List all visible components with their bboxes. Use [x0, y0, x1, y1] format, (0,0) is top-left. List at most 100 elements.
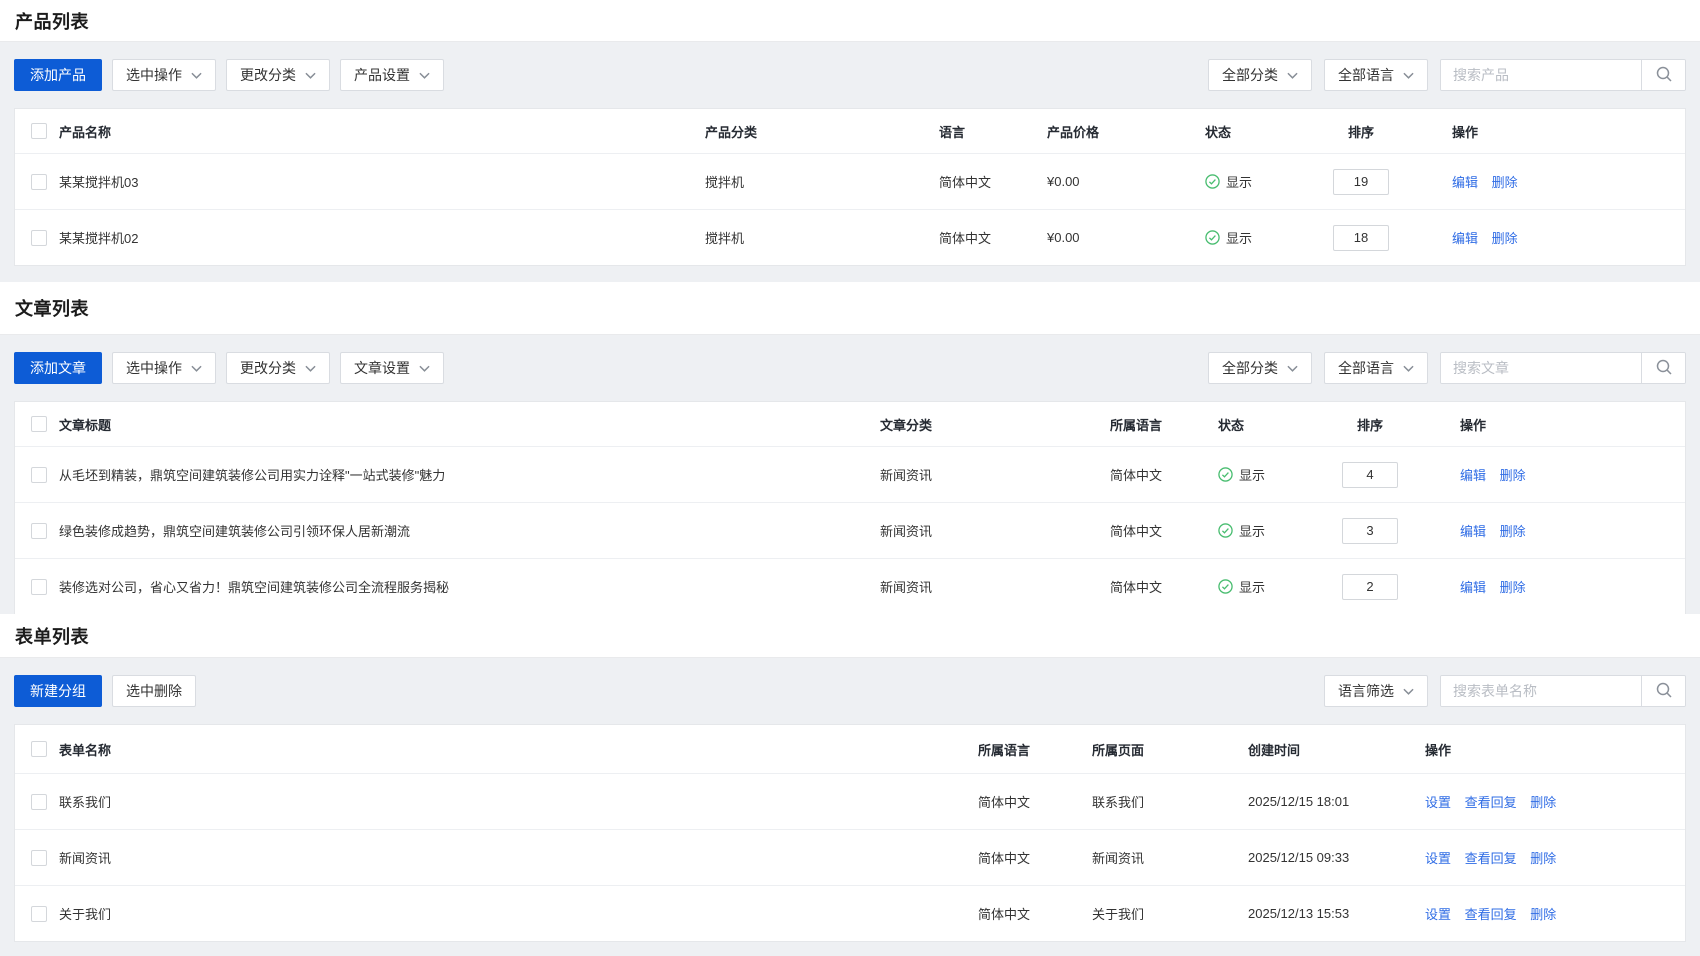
product-name: 某某搅拌机03 — [59, 172, 705, 191]
chevron-down-icon — [1403, 365, 1414, 372]
form-name: 关于我们 — [59, 904, 978, 923]
delete-link[interactable]: 删除 — [1492, 175, 1518, 190]
settings-link[interactable]: 设置 — [1425, 851, 1451, 866]
product-toolbar-right: 全部分类 全部语言 — [1208, 59, 1686, 91]
sort-order-input[interactable] — [1333, 225, 1389, 251]
row-checkbox[interactable] — [31, 850, 47, 866]
product-selected-action-dropdown[interactable]: 选中操作 — [112, 59, 216, 91]
column-header-name: 表单名称 — [59, 740, 978, 759]
edit-link[interactable]: 编辑 — [1452, 231, 1478, 246]
view-replies-link[interactable]: 查看回复 — [1465, 851, 1517, 866]
sort-order-input[interactable] — [1342, 462, 1398, 488]
select-all-checkbox[interactable] — [31, 741, 47, 757]
product-settings-dropdown[interactable]: 产品设置 — [340, 59, 444, 91]
form-search-button[interactable] — [1641, 676, 1685, 706]
delete-link[interactable]: 删除 — [1530, 795, 1556, 810]
select-all-checkbox[interactable] — [31, 416, 47, 432]
dropdown-label: 文章设置 — [354, 358, 410, 378]
product-category: 搅拌机 — [705, 172, 939, 191]
article-selected-action-dropdown[interactable]: 选中操作 — [112, 352, 216, 384]
delete-link[interactable]: 删除 — [1500, 524, 1526, 539]
dropdown-label: 语言筛选 — [1338, 681, 1394, 701]
product-search-button[interactable] — [1641, 60, 1685, 90]
row-checkbox[interactable] — [31, 230, 47, 246]
product-language-filter-dropdown[interactable]: 全部语言 — [1324, 59, 1428, 91]
add-product-button[interactable]: 添加产品 — [14, 59, 102, 91]
article-row: 绿色装修成趋势，鼎筑空间建筑装修公司引领环保人居新潮流 新闻资讯 简体中文 显示… — [15, 502, 1685, 558]
button-label: 选中删除 — [126, 681, 182, 701]
article-language: 简体中文 — [1110, 521, 1218, 540]
sort-order-input[interactable] — [1342, 518, 1398, 544]
dropdown-label: 产品设置 — [354, 65, 410, 85]
article-search-input[interactable] — [1441, 353, 1641, 383]
delete-link[interactable]: 删除 — [1500, 468, 1526, 483]
edit-link[interactable]: 编辑 — [1452, 175, 1478, 190]
check-circle-icon — [1205, 174, 1220, 189]
column-header-sort: 排序 — [1325, 415, 1415, 434]
column-header-page: 所属页面 — [1092, 740, 1248, 759]
article-table: 文章标题 文章分类 所属语言 状态 排序 操作 从毛坯到精装，鼎筑空间建筑装修公… — [14, 401, 1686, 614]
edit-link[interactable]: 编辑 — [1460, 524, 1486, 539]
sort-order-input[interactable] — [1342, 574, 1398, 600]
product-title-bar: 产品列表 — [0, 0, 1700, 42]
article-language: 简体中文 — [1110, 465, 1218, 484]
edit-link[interactable]: 编辑 — [1460, 468, 1486, 483]
form-table: 表单名称 所属语言 所属页面 创建时间 操作 联系我们 简体中文 联系我们 20… — [14, 724, 1686, 942]
status-badge: 显示 — [1205, 172, 1315, 192]
form-language-filter-dropdown[interactable]: 语言筛选 — [1324, 675, 1428, 707]
form-search-input[interactable] — [1441, 676, 1641, 706]
edit-link[interactable]: 编辑 — [1460, 580, 1486, 595]
row-checkbox[interactable] — [31, 794, 47, 810]
view-replies-link[interactable]: 查看回复 — [1465, 795, 1517, 810]
delete-link[interactable]: 删除 — [1492, 231, 1518, 246]
status-badge: 显示 — [1218, 521, 1325, 541]
form-table-header: 表单名称 所属语言 所属页面 创建时间 操作 — [15, 725, 1685, 773]
form-toolbar: 新建分组 选中删除 语言筛选 — [0, 658, 1700, 724]
view-replies-link[interactable]: 查看回复 — [1465, 907, 1517, 922]
delete-link[interactable]: 删除 — [1530, 907, 1556, 922]
article-section: 文章列表 添加文章 选中操作 更改分类 文章设置 全部分类 全部语 — [0, 282, 1700, 614]
chevron-down-icon — [305, 365, 316, 372]
article-change-category-dropdown[interactable]: 更改分类 — [226, 352, 330, 384]
search-icon — [1655, 65, 1673, 86]
article-language-filter-dropdown[interactable]: 全部语言 — [1324, 352, 1428, 384]
sort-order-input[interactable] — [1333, 169, 1389, 195]
article-search-button[interactable] — [1641, 353, 1685, 383]
select-all-checkbox[interactable] — [31, 123, 47, 139]
product-price: ¥0.00 — [1047, 230, 1205, 245]
row-checkbox[interactable] — [31, 579, 47, 595]
product-change-category-dropdown[interactable]: 更改分类 — [226, 59, 330, 91]
chevron-down-icon — [305, 72, 316, 79]
delete-link[interactable]: 删除 — [1530, 851, 1556, 866]
chevron-down-icon — [191, 365, 202, 372]
product-section: 产品列表 添加产品 选中操作 更改分类 产品设置 全部分类 全部语 — [0, 0, 1700, 266]
delete-selected-button[interactable]: 选中删除 — [112, 675, 196, 707]
row-checkbox[interactable] — [31, 906, 47, 922]
settings-link[interactable]: 设置 — [1425, 795, 1451, 810]
form-name: 新闻资讯 — [59, 848, 978, 867]
form-toolbar-right: 语言筛选 — [1324, 675, 1686, 707]
column-header-created: 创建时间 — [1248, 740, 1410, 759]
form-page: 关于我们 — [1092, 904, 1248, 923]
product-price: ¥0.00 — [1047, 174, 1205, 189]
add-article-button[interactable]: 添加文章 — [14, 352, 102, 384]
delete-link[interactable]: 删除 — [1500, 580, 1526, 595]
article-title: 绿色装修成趋势，鼎筑空间建筑装修公司引领环保人居新潮流 — [59, 521, 880, 540]
settings-link[interactable]: 设置 — [1425, 907, 1451, 922]
row-checkbox[interactable] — [31, 523, 47, 539]
row-checkbox[interactable] — [31, 467, 47, 483]
product-row: 某某搅拌机03 搅拌机 简体中文 ¥0.00 显示 编辑 删除 — [15, 153, 1685, 209]
status-badge: 显示 — [1218, 577, 1325, 597]
new-group-button[interactable]: 新建分组 — [14, 675, 102, 707]
article-category-filter-dropdown[interactable]: 全部分类 — [1208, 352, 1312, 384]
article-settings-dropdown[interactable]: 文章设置 — [340, 352, 444, 384]
product-category-filter-dropdown[interactable]: 全部分类 — [1208, 59, 1312, 91]
search-icon — [1655, 358, 1673, 379]
form-language: 简体中文 — [978, 792, 1092, 811]
chevron-down-icon — [1403, 688, 1414, 695]
article-category: 新闻资讯 — [880, 577, 1110, 596]
row-checkbox[interactable] — [31, 174, 47, 190]
article-category: 新闻资讯 — [880, 521, 1110, 540]
column-header-title: 文章标题 — [59, 415, 880, 434]
product-search-input[interactable] — [1441, 60, 1641, 90]
